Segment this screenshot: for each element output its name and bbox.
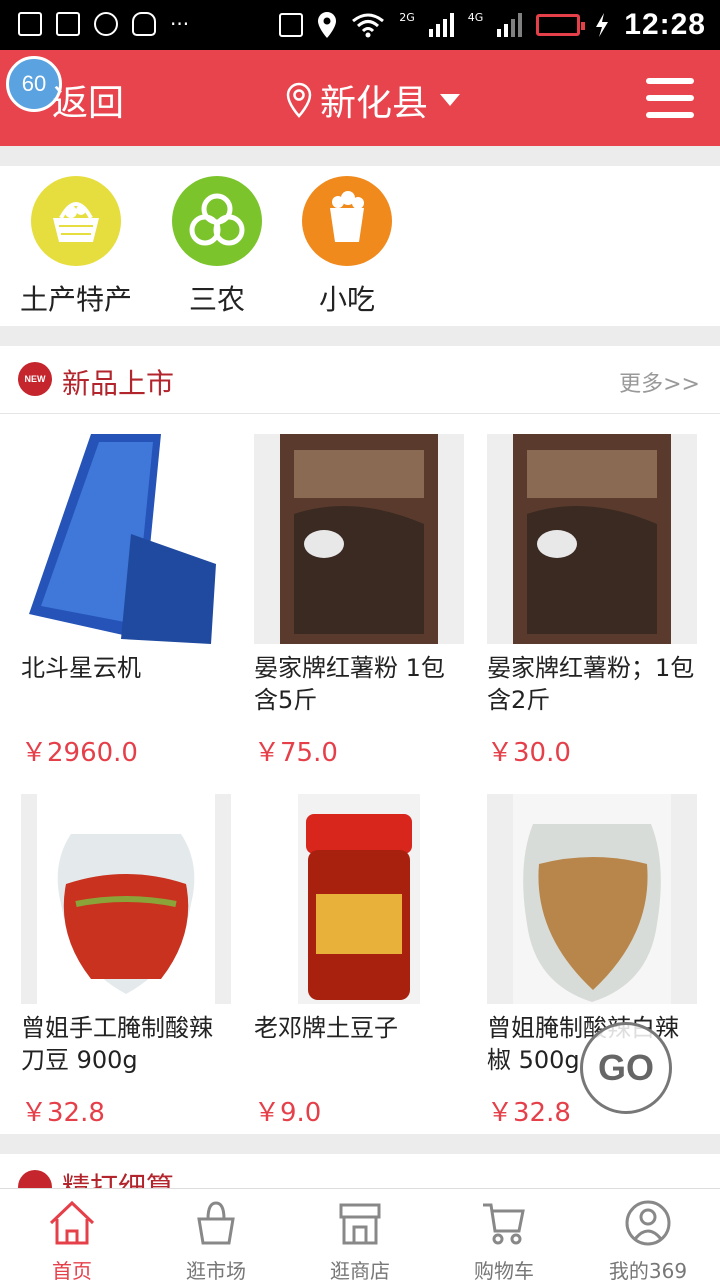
product-price: ￥2960.0: [21, 738, 138, 768]
section-header: NEW 新品上市 更多>>: [0, 346, 720, 414]
product-name: 北斗星云机: [21, 654, 141, 682]
product-card[interactable]: 晏家牌红薯粉 1包含5斤 ￥75.0: [254, 434, 464, 769]
category-snacks[interactable]: 小吃: [287, 176, 407, 318]
location-icon: [318, 12, 337, 38]
bag-icon: [197, 1201, 235, 1245]
category-local-specialty[interactable]: 土产特产: [16, 176, 136, 318]
product-card[interactable]: 曾姐手工腌制酸辣刀豆 900g ￥32.8: [21, 794, 231, 1129]
category-agriculture[interactable]: 三农: [157, 176, 277, 318]
tab-label: 逛商店: [330, 1259, 390, 1280]
tab-market[interactable]: 逛市场: [144, 1189, 288, 1280]
status-left-icons: ···: [18, 12, 189, 36]
tab-label: 首页: [52, 1259, 92, 1280]
clock: 12:28: [624, 8, 706, 41]
popcorn-icon: [302, 176, 392, 266]
new-products-section: NEW 新品上市 更多>> 北斗星云机 ￥2960.0 晏家牌红薯粉 1包含5斤…: [0, 346, 720, 1134]
product-price: ￥9.0: [254, 1098, 322, 1128]
location-selector[interactable]: 新化县: [286, 74, 461, 126]
more-link[interactable]: 更多>>: [619, 366, 700, 398]
bottom-tab-bar: 首页 逛市场 逛商店 购物车 我的369: [0, 1188, 720, 1280]
product-name: 曾姐手工腌制酸辣刀豆 900g: [21, 1014, 213, 1074]
product-image: [21, 794, 231, 1004]
category-label: 小吃: [318, 283, 375, 316]
signal-icon: [428, 13, 454, 37]
basket-icon: [31, 176, 121, 266]
chevron-down-icon: [440, 94, 461, 106]
product-image: [487, 434, 697, 644]
leaf-icon: [172, 176, 262, 266]
tab-label: 购物车: [474, 1259, 534, 1280]
section-title: 新品上市: [62, 367, 175, 400]
product-name: 晏家牌红薯粉 1包含5斤: [254, 654, 445, 714]
screen-icon: [279, 13, 304, 37]
category-label: 三农: [188, 283, 245, 316]
category-bar: 土产特产 三农 小吃: [0, 166, 720, 326]
battery-icon: [536, 14, 586, 36]
menu-button[interactable]: [646, 78, 694, 118]
tab-stores[interactable]: 逛商店: [288, 1189, 432, 1280]
new-badge-icon: NEW: [18, 362, 52, 396]
product-price: ￥32.8: [21, 1098, 105, 1128]
hamburger-icon: [646, 78, 694, 84]
home-icon: [49, 1200, 95, 1245]
product-image: [21, 434, 231, 644]
product-image: [487, 794, 697, 1004]
user-icon: [625, 1200, 671, 1246]
location-label: 新化县: [320, 83, 429, 124]
status-right-icons: 2G 4G 12:28: [279, 8, 706, 42]
signal-4g-icon: [497, 13, 523, 37]
cart-icon: [483, 1203, 525, 1245]
tab-label: 我的369: [608, 1259, 688, 1280]
network-2g-label: 2G: [399, 10, 415, 24]
product-price: ￥75.0: [254, 738, 338, 768]
qq-icon: [132, 12, 156, 36]
sim-icon: [56, 12, 80, 36]
charging-icon: [596, 13, 609, 37]
product-name: 晏家牌红薯粉；1包含2斤: [487, 654, 695, 714]
network-4g-label: 4G: [467, 10, 484, 24]
product-card[interactable]: 老邓牌土豆子 ￥9.0: [254, 794, 464, 1129]
app-header: 60 返回 新化县: [0, 50, 720, 146]
tab-profile[interactable]: 我的369: [576, 1189, 720, 1280]
more-icon: ···: [170, 12, 190, 36]
status-bar: ··· 2G 4G 12:28: [0, 0, 720, 50]
image-icon: [18, 12, 42, 36]
back-button[interactable]: 返回: [52, 74, 124, 126]
store-icon: [339, 1203, 381, 1245]
map-pin-icon: [286, 82, 312, 118]
tab-home[interactable]: 首页: [0, 1189, 144, 1280]
go-button[interactable]: GO: [580, 1022, 672, 1114]
wifi-icon: [352, 13, 385, 38]
product-card[interactable]: 北斗星云机 ￥2960.0: [21, 434, 231, 769]
product-image: [254, 794, 464, 1004]
product-name: 老邓牌土豆子: [254, 1014, 398, 1042]
tab-cart[interactable]: 购物车: [432, 1189, 576, 1280]
tab-label: 逛市场: [186, 1259, 246, 1280]
category-label: 土产特产: [19, 283, 132, 316]
product-card[interactable]: 晏家牌红薯粉；1包含2斤 ￥30.0: [487, 434, 697, 769]
wechat-icon: [94, 12, 118, 36]
product-price: ￥30.0: [487, 738, 571, 768]
product-image: [254, 434, 464, 644]
